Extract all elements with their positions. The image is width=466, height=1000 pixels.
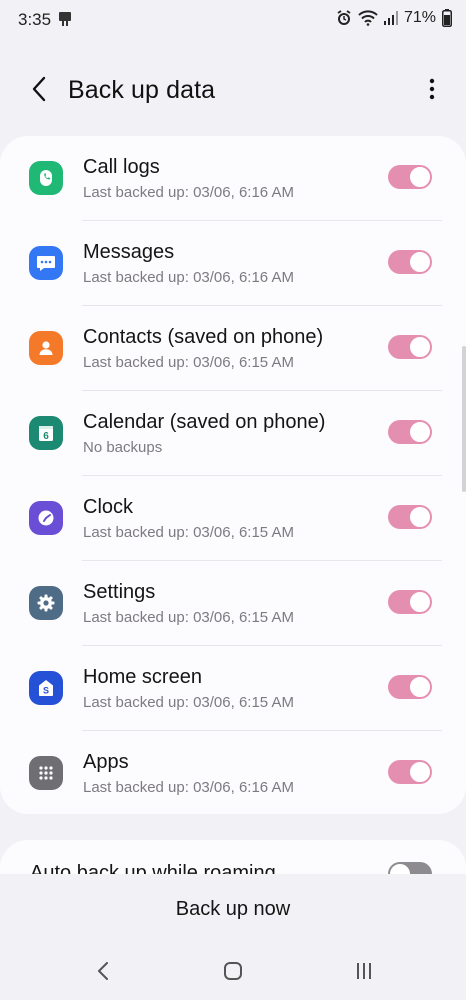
- gear-icon: [29, 586, 63, 620]
- calendar-icon: 6: [29, 416, 63, 450]
- back-button[interactable]: [22, 74, 56, 108]
- toggle-knob: [409, 166, 431, 188]
- nav-recents-button[interactable]: [349, 958, 379, 988]
- home-screen-toggle[interactable]: [388, 675, 432, 699]
- battery-icon: [442, 9, 452, 27]
- messages-toggle[interactable]: [388, 250, 432, 274]
- item-title: Settings: [83, 581, 156, 603]
- toggle-knob: [409, 251, 431, 273]
- toggle-knob: [409, 676, 431, 698]
- more-options-button[interactable]: [420, 74, 444, 108]
- nav-recents-icon: [354, 962, 374, 985]
- chevron-left-icon: [31, 76, 47, 107]
- apps-toggle[interactable]: [388, 760, 432, 784]
- item-title: Messages: [83, 241, 175, 263]
- toggle-knob: [409, 761, 431, 783]
- toggle-knob: [409, 336, 431, 358]
- item-title: Apps: [83, 751, 129, 773]
- item-subtitle: Last backed up: 03/06, 6:15 AM: [83, 609, 294, 626]
- contacts-toggle[interactable]: [388, 335, 432, 359]
- calendar-toggle[interactable]: [388, 420, 432, 444]
- nav-home-button[interactable]: [218, 958, 248, 988]
- item-subtitle: Last backed up: 03/06, 6:16 AM: [83, 779, 294, 796]
- nav-home-icon: [223, 961, 243, 986]
- toggle-knob: [409, 421, 431, 443]
- list-item-home-screen[interactable]: S Home screen Last backed up: 03/06, 6:1…: [0, 646, 466, 731]
- status-icons: 71%: [336, 9, 452, 27]
- svg-text:S: S: [43, 686, 49, 696]
- signal-icon: [383, 11, 398, 25]
- home-screen-icon: S: [29, 671, 63, 705]
- list-item-calendar[interactable]: 6 Calendar (saved on phone) No backups: [0, 391, 466, 476]
- status-bar: 3:35 71%: [0, 0, 466, 40]
- list-item-messages[interactable]: Messages Last backed up: 03/06, 6:16 AM: [0, 221, 466, 306]
- list-item-contacts[interactable]: Contacts (saved on phone) Last backed up…: [0, 306, 466, 391]
- navigation-bar: [0, 944, 466, 1000]
- alarm-icon: [336, 10, 352, 26]
- item-subtitle: Last backed up: 03/06, 6:16 AM: [83, 269, 294, 286]
- scrollbar[interactable]: [462, 346, 466, 492]
- apps-grid-icon: [29, 756, 63, 790]
- item-title: Clock: [83, 496, 134, 518]
- item-subtitle: Last backed up: 03/06, 6:15 AM: [83, 694, 294, 711]
- clock-toggle[interactable]: [388, 505, 432, 529]
- clock-icon: [29, 501, 63, 535]
- item-subtitle: Last backed up: 03/06, 6:15 AM: [83, 524, 294, 541]
- person-icon: [29, 331, 63, 365]
- more-vert-icon: [429, 78, 435, 105]
- battery-text: 71%: [403, 9, 436, 26]
- list-item-clock[interactable]: Clock Last backed up: 03/06, 6:15 AM: [0, 476, 466, 561]
- app-bar: Back up data: [0, 60, 466, 124]
- toggle-knob: [409, 591, 431, 613]
- toggle-knob: [409, 506, 431, 528]
- item-title: Contacts (saved on phone): [83, 326, 324, 348]
- phone-icon: [29, 161, 63, 195]
- wifi-icon: [358, 10, 378, 26]
- list-item-settings[interactable]: Settings Last backed up: 03/06, 6:15 AM: [0, 561, 466, 646]
- settings-toggle[interactable]: [388, 590, 432, 614]
- list-item-call-logs[interactable]: Call logs Last backed up: 03/06, 6:16 AM: [0, 136, 466, 221]
- notification-icon: [58, 11, 72, 27]
- backup-items-card: Call logs Last backed up: 03/06, 6:16 AM…: [0, 136, 466, 814]
- page-title: Back up data: [68, 76, 216, 104]
- list-item-apps[interactable]: Apps Last backed up: 03/06, 6:16 AM: [0, 731, 466, 816]
- nav-back-icon: [97, 961, 109, 985]
- status-time: 3:35: [18, 10, 52, 29]
- calendar-day-text: 6: [43, 431, 49, 442]
- item-title: Call logs: [83, 156, 160, 178]
- chat-bubble-icon: [29, 246, 63, 280]
- item-subtitle: No backups: [83, 439, 163, 456]
- call-logs-toggle[interactable]: [388, 165, 432, 189]
- item-title: Calendar (saved on phone): [83, 411, 326, 433]
- nav-back-button[interactable]: [88, 958, 118, 988]
- back-up-now-button[interactable]: Back up now: [0, 874, 466, 944]
- item-subtitle: Last backed up: 03/06, 6:16 AM: [83, 184, 294, 201]
- item-title: Home screen: [83, 666, 202, 688]
- item-subtitle: Last backed up: 03/06, 6:15 AM: [83, 354, 294, 371]
